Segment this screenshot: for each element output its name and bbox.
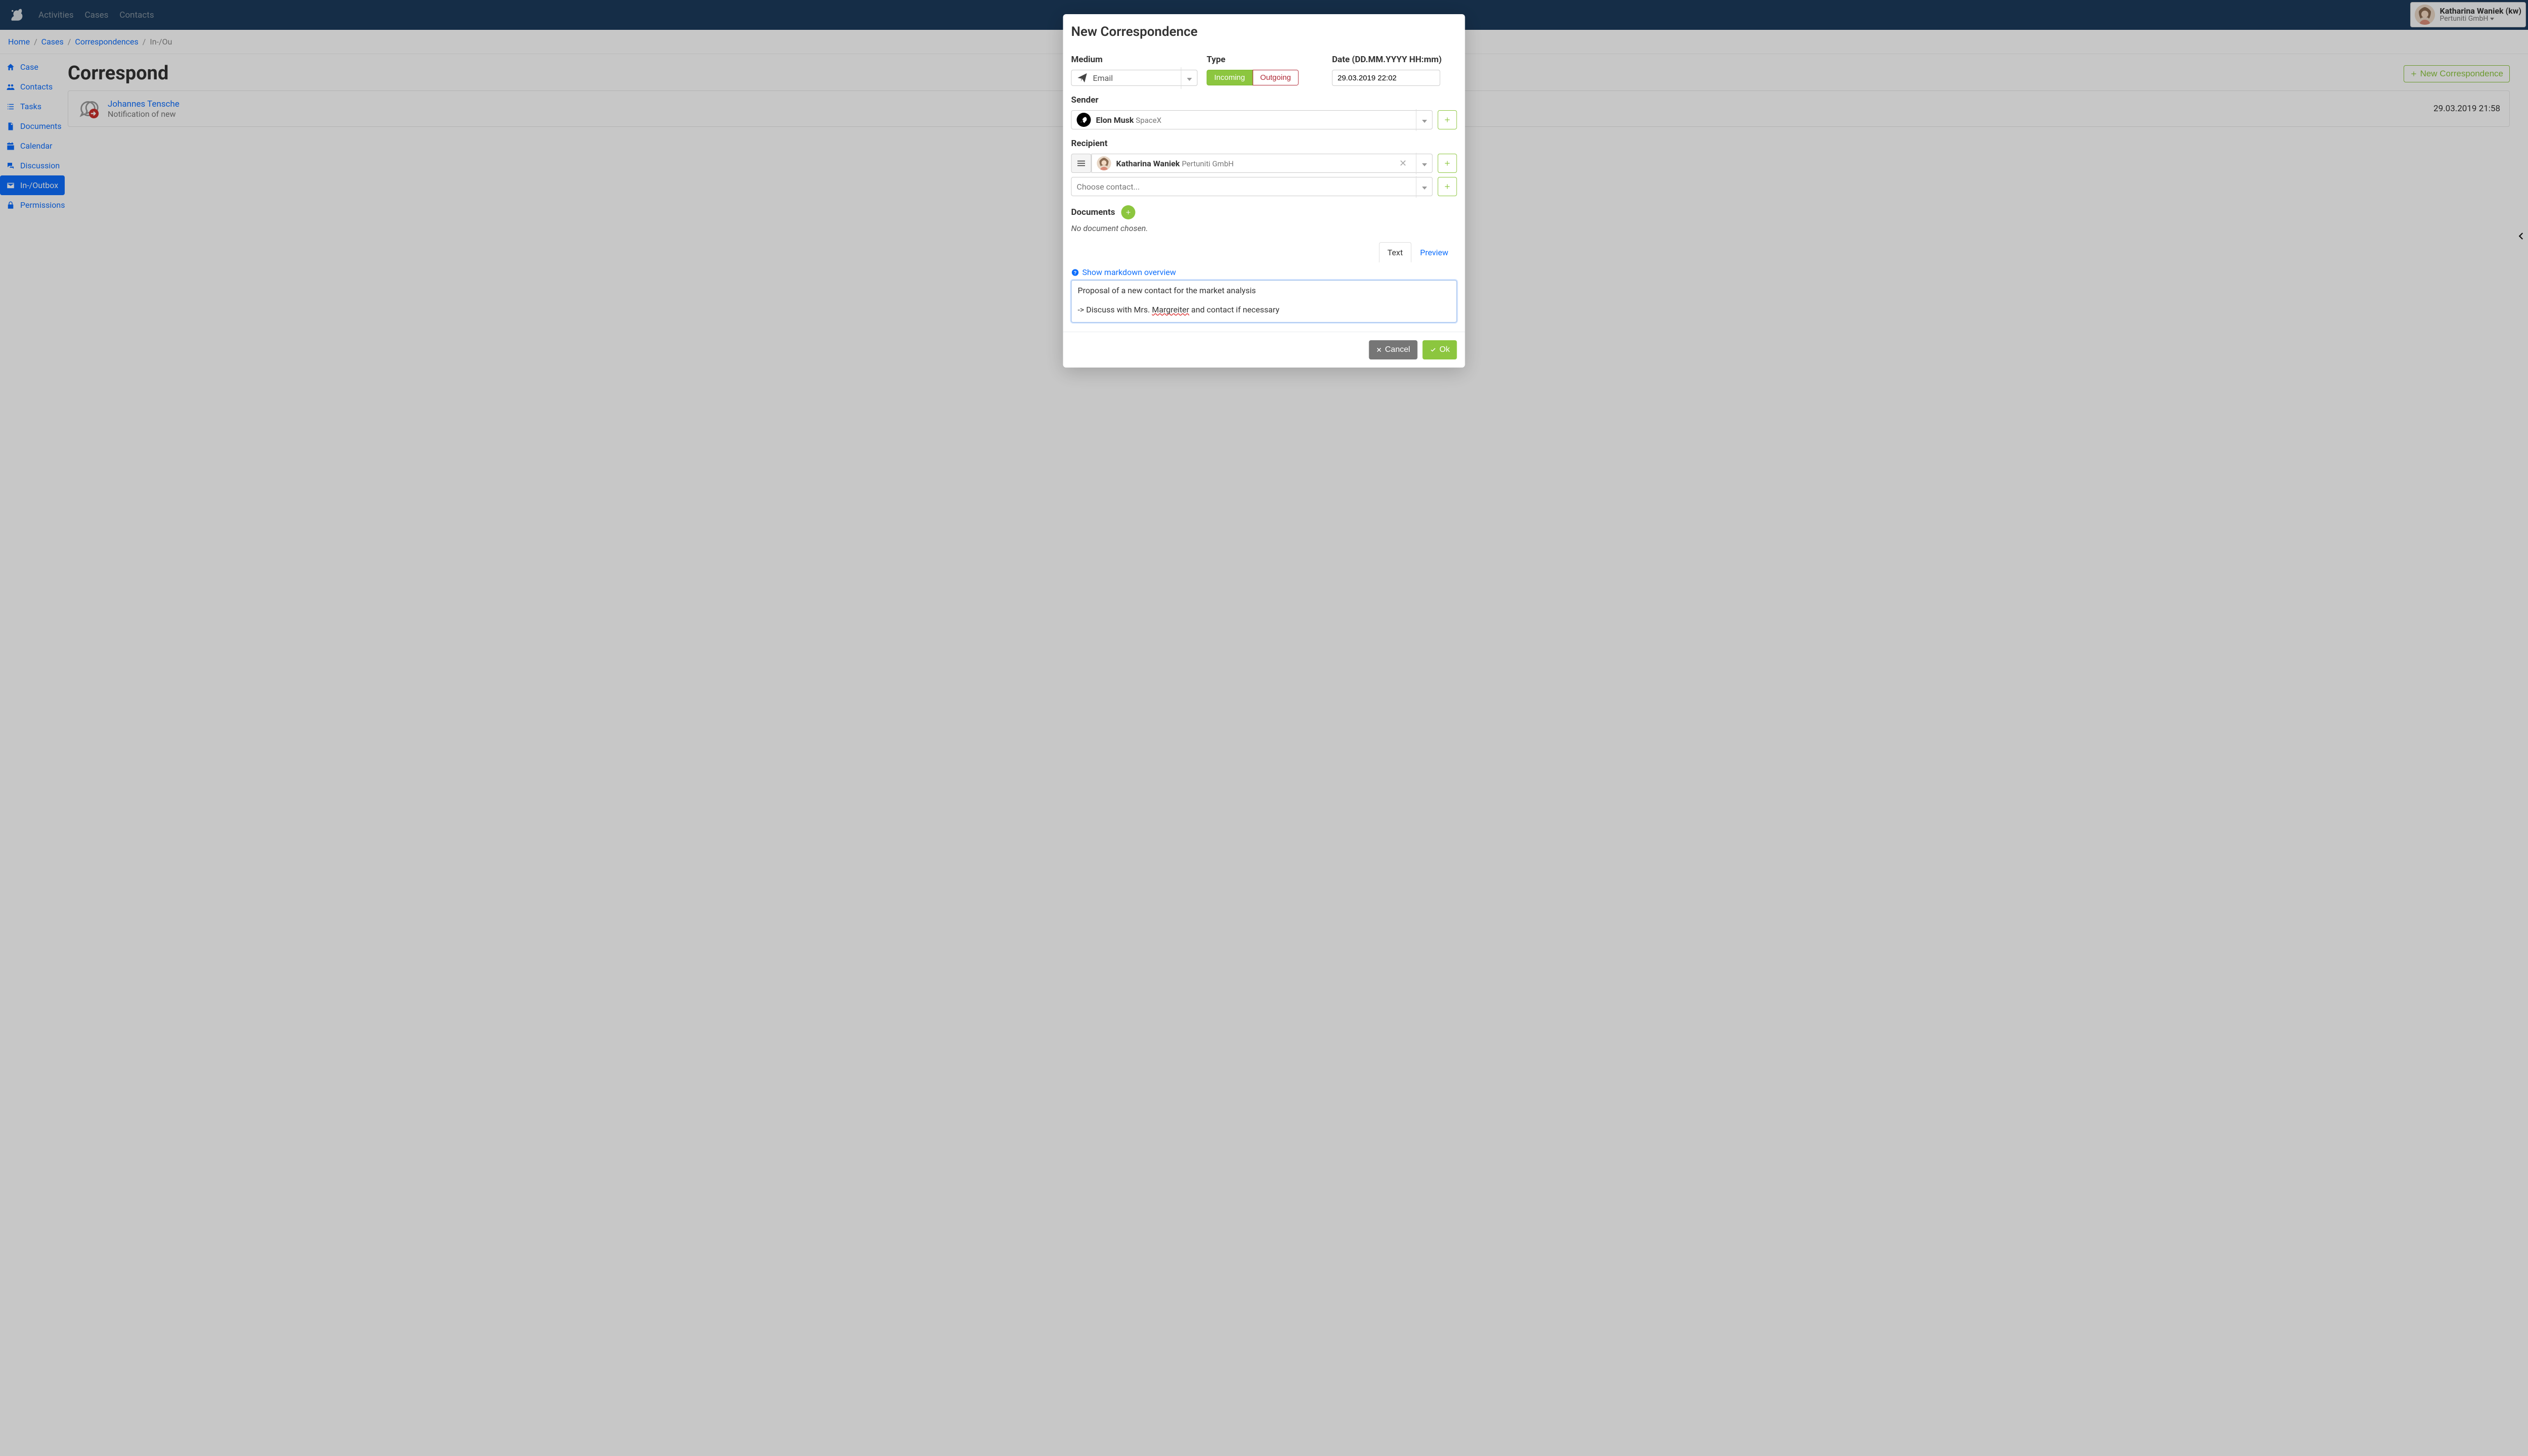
tab-text[interactable]: Text <box>1379 242 1411 262</box>
paper-plane-icon <box>1077 72 1088 83</box>
svg-text:?: ? <box>1074 270 1077 275</box>
medium-value: Email <box>1093 73 1113 83</box>
sender-select[interactable]: Elon Musk SpaceX <box>1071 110 1433 129</box>
remove-recipient[interactable]: ✕ <box>1395 158 1411 169</box>
chevron-down-icon <box>1416 115 1427 125</box>
label-medium: Medium <box>1071 55 1198 65</box>
avatar <box>1097 156 1111 170</box>
chevron-down-icon <box>1416 159 1427 168</box>
new-correspondence-modal: New Correspondence Medium Email Type Inc… <box>1063 14 1465 368</box>
type-toggle: Incoming Outgoing <box>1207 70 1299 85</box>
plus-icon <box>1444 160 1451 167</box>
modal-header: New Correspondence <box>1063 14 1465 44</box>
ok-button[interactable]: Ok <box>1422 340 1457 359</box>
drag-handle[interactable] <box>1071 154 1092 173</box>
close-icon <box>1376 347 1382 353</box>
modal-footer: Cancel Ok <box>1063 332 1465 368</box>
plus-icon <box>1444 183 1451 190</box>
choose-contact-select[interactable]: Choose contact... <box>1071 177 1433 196</box>
choose-contact-row: Choose contact... <box>1071 177 1457 196</box>
bars-icon <box>1077 160 1086 167</box>
label-date: Date (DD.MM.YYYY HH:mm) <box>1332 55 1457 65</box>
body-textarea[interactable]: Proposal of a new contact for the market… <box>1071 280 1457 323</box>
modal-body: Medium Email Type Incoming Outgoing Date… <box>1063 44 1465 332</box>
recipient-row: Katharina Waniek Pertuniti GmbH ✕ <box>1071 154 1457 173</box>
plus-icon <box>1125 209 1131 215</box>
no-document-text: No document chosen. <box>1071 223 1457 233</box>
type-incoming[interactable]: Incoming <box>1207 70 1253 85</box>
documents-header: Documents <box>1071 205 1457 219</box>
label-documents: Documents <box>1071 207 1115 217</box>
add-recipient-button[interactable] <box>1438 154 1457 173</box>
sender-row: Elon Musk SpaceX <box>1071 110 1457 129</box>
chevron-down-icon <box>1181 73 1192 83</box>
check-icon <box>1429 347 1436 353</box>
recipient-org: Pertuniti GmbH <box>1182 159 1234 168</box>
medium-select[interactable]: Email <box>1071 70 1198 86</box>
recipient-select[interactable]: Katharina Waniek Pertuniti GmbH ✕ <box>1092 154 1433 173</box>
markdown-help-link[interactable]: ? Show markdown overview <box>1071 267 1457 277</box>
chevron-down-icon <box>1416 182 1427 192</box>
label-recipient: Recipient <box>1071 139 1457 149</box>
tab-preview[interactable]: Preview <box>1412 242 1457 262</box>
rocket-icon <box>1077 113 1091 127</box>
add-contact-button[interactable] <box>1438 177 1457 196</box>
cancel-button[interactable]: Cancel <box>1369 340 1417 359</box>
sender-name: Elon Musk <box>1096 115 1134 125</box>
modal-title: New Correspondence <box>1071 24 1457 39</box>
choose-placeholder: Choose contact... <box>1077 182 1140 192</box>
sender-org: SpaceX <box>1136 116 1161 125</box>
label-type: Type <box>1207 55 1323 65</box>
question-circle-icon: ? <box>1071 268 1079 277</box>
plus-icon <box>1444 116 1451 123</box>
add-sender-button[interactable] <box>1438 110 1457 129</box>
date-input[interactable] <box>1332 70 1440 86</box>
add-document-button[interactable] <box>1121 205 1135 219</box>
recipient-name: Katharina Waniek <box>1116 159 1180 168</box>
type-outgoing[interactable]: Outgoing <box>1252 70 1298 85</box>
label-sender: Sender <box>1071 95 1457 105</box>
body-tabs: Text Preview <box>1071 242 1457 262</box>
top-row: Medium Email Type Incoming Outgoing Date… <box>1071 55 1457 86</box>
